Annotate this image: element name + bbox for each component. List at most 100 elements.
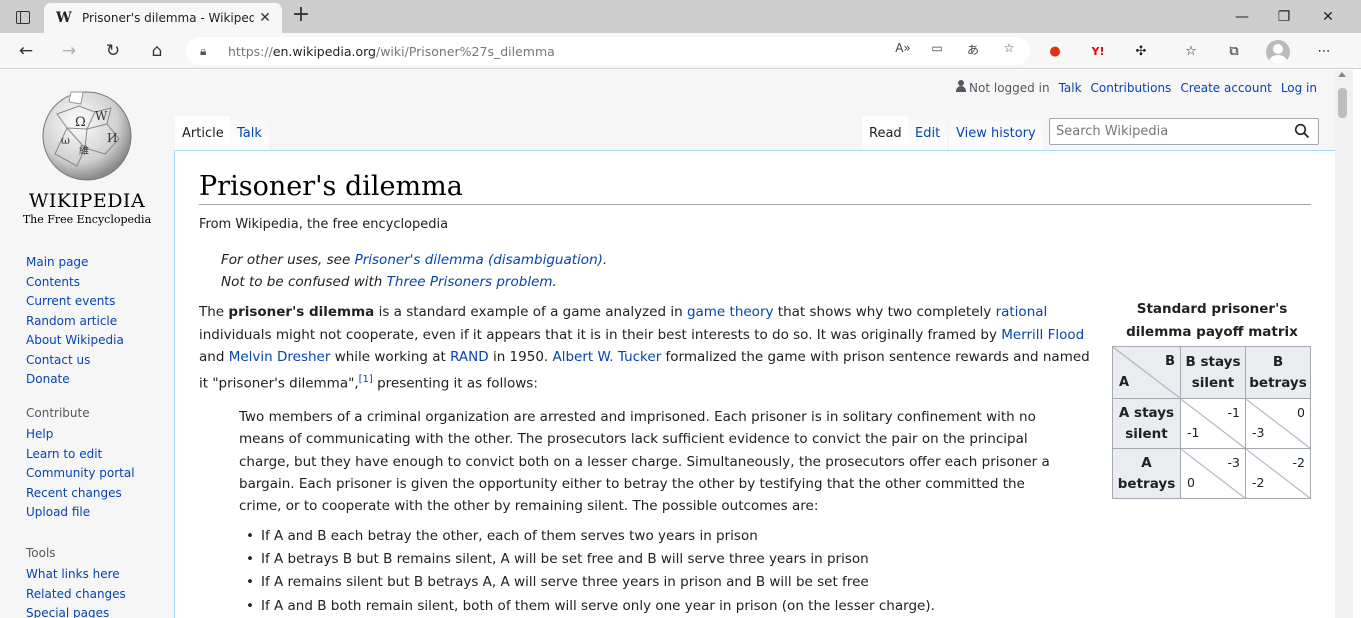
page-scrollbar[interactable] bbox=[1335, 70, 1353, 618]
sidebar-item-contact-us[interactable]: Contact us bbox=[26, 351, 166, 371]
article-content: Prisoner's dilemma From Wikipedia, the f… bbox=[174, 150, 1335, 618]
list-item: If A remains silent but B betrays A, A w… bbox=[247, 571, 1067, 594]
svg-text:維: 維 bbox=[79, 144, 89, 157]
extension-yahoo-icon[interactable]: Y! bbox=[1087, 40, 1109, 62]
tab-view-history[interactable]: View history bbox=[949, 116, 1043, 150]
matrix-cell: -2 -2 bbox=[1245, 448, 1311, 499]
bold-term: prisoner's dilemma bbox=[228, 304, 375, 320]
sidebar-heading-contribute: Contribute bbox=[26, 406, 90, 420]
home-icon[interactable]: ⌂ bbox=[143, 37, 171, 65]
search-placeholder: Search Wikipedia bbox=[1056, 124, 1169, 139]
minimize-icon[interactable]: — bbox=[1220, 0, 1264, 33]
merrill-flood-link[interactable]: Merrill Flood bbox=[1001, 327, 1084, 343]
search-icon[interactable] bbox=[1294, 123, 1310, 139]
matrix-cell: -3 0 bbox=[1180, 448, 1246, 499]
list-item: If A betrays B but B remains silent, A w… bbox=[247, 548, 1067, 571]
tab-title: Prisoner's dilemma - Wikipedia bbox=[82, 11, 254, 25]
payoff-matrix-table: BA B stays silent B betrays A stays sile… bbox=[1112, 346, 1311, 499]
page-subtitle: From Wikipedia, the free encyclopedia bbox=[199, 217, 449, 232]
wikipedia-tagline: The Free Encyclopedia bbox=[22, 213, 152, 226]
translate-icon[interactable]: あ bbox=[960, 41, 986, 61]
svg-text:ω: ω bbox=[61, 134, 70, 147]
sidebar-item-about-wikipedia[interactable]: About Wikipedia bbox=[26, 331, 166, 351]
sidebar-item-related-changes[interactable]: Related changes bbox=[26, 585, 166, 605]
profile-icon[interactable] bbox=[1266, 40, 1290, 64]
rand-link[interactable]: RAND bbox=[450, 349, 489, 365]
extension-red-icon[interactable]: ● bbox=[1044, 40, 1066, 62]
disambiguation-link[interactable]: Prisoner's dilemma (disambiguation) bbox=[355, 252, 603, 268]
wikipedia-favicon-icon: W bbox=[56, 10, 72, 26]
not-logged-in: Not logged in bbox=[956, 80, 1050, 95]
list-item: If A and B each betray the other, each o… bbox=[247, 525, 1067, 548]
browser-tab-bar: W Prisoner's dilemma - Wikipedia ✕ + — ❐… bbox=[0, 0, 1361, 33]
sidebar-item-learn-to-edit[interactable]: Learn to edit bbox=[26, 445, 166, 465]
sidebar-contribute: Contribute Help Learn to edit Community … bbox=[26, 406, 166, 523]
sidebar-item-donate[interactable]: Donate bbox=[26, 370, 166, 390]
create-account-link[interactable]: Create account bbox=[1180, 81, 1272, 95]
melvin-dresher-link[interactable]: Melvin Dresher bbox=[229, 349, 331, 365]
back-icon[interactable]: ← bbox=[12, 37, 40, 65]
new-tab-icon[interactable]: + bbox=[290, 4, 312, 26]
tab-read[interactable]: Read bbox=[862, 116, 909, 150]
sidebar-item-upload-file[interactable]: Upload file bbox=[26, 503, 166, 523]
close-icon[interactable]: ✕ bbox=[254, 10, 276, 26]
tab-article[interactable]: Article bbox=[175, 116, 231, 150]
sidebar-item-what-links-here[interactable]: What links here bbox=[26, 565, 166, 585]
refresh-icon[interactable]: ↻ bbox=[99, 37, 127, 65]
search-input[interactable]: Search Wikipedia bbox=[1049, 118, 1319, 145]
lock-icon[interactable]: 🔒︎ bbox=[200, 44, 214, 59]
favorites-icon[interactable]: ☆ bbox=[1180, 40, 1202, 62]
sidebar-item-special-pages[interactable]: Special pages bbox=[26, 604, 166, 618]
sidebar-item-current-events[interactable]: Current events bbox=[26, 292, 166, 312]
extensions-icon[interactable]: ✣ bbox=[1130, 40, 1152, 62]
restore-icon[interactable]: ❐ bbox=[1262, 0, 1306, 33]
read-aloud-icon[interactable]: A» bbox=[890, 41, 916, 61]
personal-talk-link[interactable]: Talk bbox=[1059, 81, 1082, 95]
log-in-link[interactable]: Log in bbox=[1281, 81, 1317, 95]
svg-text:И: И bbox=[107, 131, 117, 145]
scrollbar-thumb[interactable] bbox=[1338, 88, 1347, 118]
sidebar-item-main-page[interactable]: Main page bbox=[26, 253, 166, 273]
browser-tab[interactable]: W Prisoner's dilemma - Wikipedia ✕ bbox=[44, 3, 282, 33]
add-favorite-icon[interactable]: ☆ bbox=[996, 41, 1022, 61]
tab-actions-icon[interactable] bbox=[8, 6, 38, 28]
sidebar-item-community-portal[interactable]: Community portal bbox=[26, 464, 166, 484]
contributions-link[interactable]: Contributions bbox=[1091, 81, 1172, 95]
sidebar-heading-tools: Tools bbox=[26, 546, 56, 560]
game-theory-link[interactable]: game theory bbox=[687, 304, 774, 320]
infobox-caption: Standard prisoner's dilemma payoff matri… bbox=[1126, 301, 1298, 340]
window-close-icon[interactable]: ✕ bbox=[1306, 0, 1350, 33]
address-bar[interactable]: 🔒︎ https://en.wikipedia.org/wiki/Prisone… bbox=[186, 37, 1030, 65]
scroll-up-icon[interactable] bbox=[1338, 72, 1346, 77]
col-header-b-betrays: B betrays bbox=[1245, 346, 1311, 399]
sidebar-item-recent-changes[interactable]: Recent changes bbox=[26, 484, 166, 504]
tab-talk[interactable]: Talk bbox=[230, 116, 269, 150]
citation-1[interactable]: [1] bbox=[359, 374, 373, 385]
wikipedia-logo[interactable]: Ω W И 維 ω Wikipedia The Free Encyclopedi… bbox=[22, 84, 152, 226]
payoff-matrix-infobox: Standard prisoner's dilemma payoff matri… bbox=[1112, 298, 1312, 499]
more-icon[interactable]: ⋯ bbox=[1313, 40, 1335, 62]
intro-paragraph: The prisoner's dilemma is a standard exa… bbox=[199, 304, 1090, 391]
collections-icon[interactable]: ⧉ bbox=[1223, 40, 1245, 62]
sidebar-item-contents[interactable]: Contents bbox=[26, 273, 166, 293]
three-prisoners-link[interactable]: Three Prisoners problem bbox=[387, 274, 553, 290]
wikipedia-wordmark: Wikipedia bbox=[28, 190, 146, 212]
personal-tools: Not logged in Talk Contributions Create … bbox=[956, 80, 1317, 95]
sidebar-item-random-article[interactable]: Random article bbox=[26, 312, 166, 332]
hatnote-not-confused: Not to be confused with Three Prisoners … bbox=[221, 274, 557, 290]
matrix-corner: BA bbox=[1112, 346, 1181, 399]
rational-link[interactable]: rational bbox=[996, 304, 1048, 320]
sidebar-tools: Tools What links here Related changes Sp… bbox=[26, 546, 166, 618]
hatnote-disambiguation: For other uses, see Prisoner's dilemma (… bbox=[221, 252, 608, 268]
immersive-reader-icon[interactable]: ▭ bbox=[924, 41, 950, 61]
page-title: Prisoner's dilemma bbox=[199, 171, 1311, 205]
svg-text:Ω: Ω bbox=[75, 115, 86, 130]
tab-edit[interactable]: Edit bbox=[908, 116, 948, 150]
row-header-a-silent: A stays silent bbox=[1112, 398, 1181, 449]
albert-tucker-link[interactable]: Albert W. Tucker bbox=[553, 349, 662, 365]
sidebar-navigation: Main page Contents Current events Random… bbox=[26, 253, 166, 390]
url-text: https://en.wikipedia.org/wiki/Prisoner%2… bbox=[228, 43, 555, 59]
sidebar-item-help[interactable]: Help bbox=[26, 425, 166, 445]
forward-icon: → bbox=[61, 41, 77, 61]
browser-toolbar: ← → ↻ ⌂ 🔒︎ https://en.wikipedia.org/wiki… bbox=[0, 33, 1361, 69]
